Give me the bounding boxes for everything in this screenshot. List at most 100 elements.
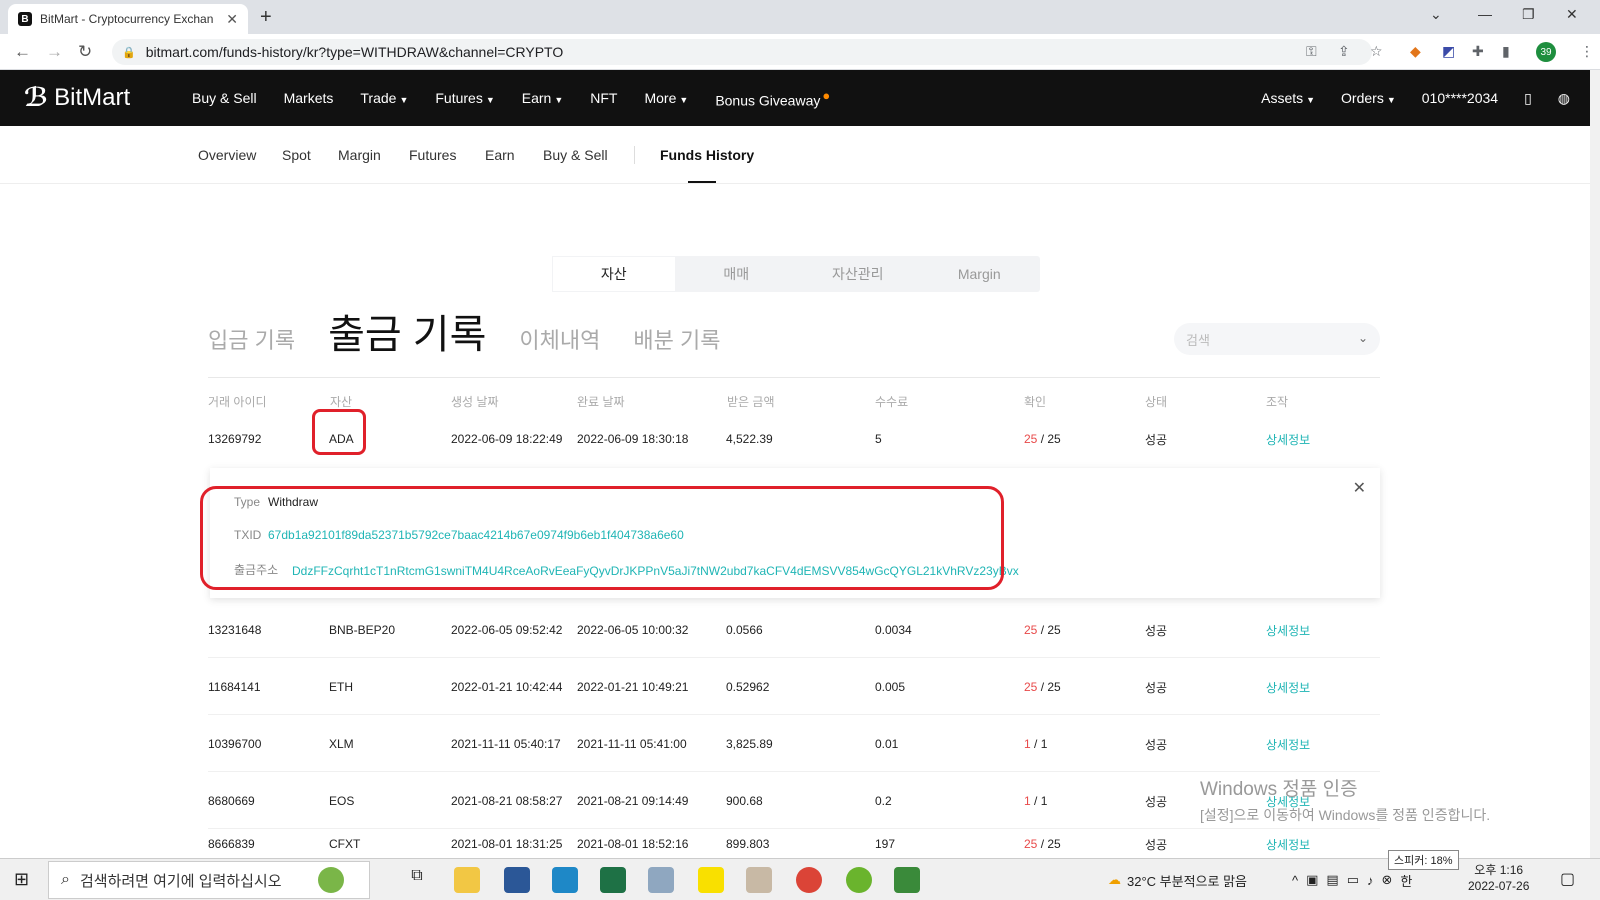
cell-created: 2022-06-09 18:22:49 [451,432,563,446]
subnav-buy-sell[interactable]: Buy & Sell [543,147,608,163]
weather-icon: ☁ [1108,872,1121,887]
weather-widget[interactable]: ☁ 32°C 부분적으로 맑음 [1108,859,1247,900]
header-tx-id: 거래 아이디 [208,395,267,409]
page-scrollbar[interactable] [1590,70,1600,858]
tab-transfer-history[interactable]: 이체내역 [519,323,600,355]
nav-nft[interactable]: NFT [590,90,617,106]
segment-margin[interactable]: Margin [919,256,1041,292]
app-icon[interactable] [648,867,674,893]
confirm-count: 25 [1024,680,1038,694]
nav-buy-sell[interactable]: Buy & Sell [192,90,257,106]
nav-trade[interactable]: Trade ▼ [360,90,408,106]
task-view-icon[interactable]: ⧉ [404,867,430,893]
star-icon[interactable]: ☆ [1370,43,1383,60]
tray-app-icon[interactable]: ▣ [1306,872,1318,888]
segment-trade[interactable]: 매매 [676,256,798,292]
volume-icon[interactable]: ♪ [1367,873,1374,888]
subnav-overview[interactable]: Overview [198,147,256,163]
tab-deposit-history[interactable]: 입금 기록 [208,323,295,355]
subnav-futures[interactable]: Futures [409,147,456,163]
notification-icon[interactable]: ▢ [1560,869,1575,889]
subnav-spot[interactable]: Spot [282,147,311,163]
bitmart-logo-icon: ℬ [24,82,49,112]
subnav-earn[interactable]: Earn [485,147,515,163]
tray-expand-icon[interactable]: ^ [1292,873,1298,888]
tab-withdraw-history[interactable]: 출금 기록 [328,302,486,360]
globe-icon[interactable]: ◍ [1558,90,1570,107]
nav-assets[interactable]: Assets ▼ [1261,90,1315,106]
menu-icon[interactable]: ⋮ [1580,43,1594,60]
app-icon[interactable] [846,867,872,893]
file-explorer-icon[interactable] [454,867,480,893]
tree-widget-icon[interactable] [318,867,344,893]
new-tab-icon[interactable]: + [260,6,272,29]
logo-text: BitMart [54,83,131,111]
cell-created: 2022-01-21 10:42:44 [451,680,563,694]
funds-subnav: Overview Spot Margin Futures Earn Buy & … [0,126,1590,184]
record-tabs: 입금 기록 출금 기록 이체내역 배분 기록 [208,302,720,360]
metamask-icon[interactable]: ◆ [1410,43,1421,60]
clock-time: 오후 1:16 [1474,863,1524,877]
bitmart-logo[interactable]: ℬ BitMart [24,82,130,113]
puzzle-icon[interactable]: ✚ [1472,43,1484,60]
subnav-margin[interactable]: Margin [338,147,381,163]
nav-account[interactable]: 010****2034 [1422,90,1498,106]
kakaotalk-icon[interactable] [698,867,724,893]
details-link[interactable]: 상세정보 [1266,602,1310,658]
nav-more[interactable]: More ▼ [644,90,688,106]
word-icon[interactable] [504,867,530,893]
forward-icon[interactable]: → [46,42,63,62]
windows-start-icon[interactable]: ⊞ [14,869,29,890]
restore-icon[interactable]: ❐ [1522,6,1535,23]
network-icon[interactable]: ▭ [1347,872,1359,888]
url-field[interactable]: 🔒 bitmart.com/funds-history/kr?type=WITH… [112,39,1372,65]
confirm-total: / 25 [1040,432,1061,446]
nav-bonus-giveaway[interactable]: Bonus Giveaway ● [715,88,830,109]
nav-markets[interactable]: Markets [284,90,334,106]
reload-icon[interactable]: ↻ [78,42,92,62]
sidepanel-icon[interactable]: ▮ [1502,43,1510,60]
taskbar-clock[interactable]: 오후 1:16 2022-07-26 [1468,862,1529,894]
excel-icon[interactable] [600,867,626,893]
details-link[interactable]: 상세정보 [1266,716,1310,772]
details-link[interactable]: 상세정보 [1266,830,1310,858]
close-window-icon[interactable]: ✕ [1566,6,1578,23]
key-icon[interactable]: ⚿ [1306,43,1317,60]
coin-search-select[interactable]: 검색 ⌄ [1174,323,1380,355]
tab-distribution-history[interactable]: 배분 기록 [633,323,720,355]
back-icon[interactable]: ← [14,42,31,62]
segment-asset-management[interactable]: 자산관리 [797,256,919,292]
nav-orders[interactable]: Orders ▼ [1341,90,1396,106]
share-icon[interactable]: ⇪ [1338,43,1350,60]
minimize-icon[interactable]: — [1478,6,1492,22]
download-app-icon[interactable]: ▯ [1524,90,1532,107]
header-status: 상태 [1145,395,1168,409]
profile-avatar[interactable]: 39 [1536,42,1556,62]
cell-confirm: 25 / 25 [1024,659,1061,715]
details-link[interactable]: 상세정보 [1266,411,1310,467]
tab-search-icon[interactable]: ⌄ [1430,6,1442,23]
caret-down-icon: ▼ [1386,95,1396,105]
nav-earn[interactable]: Earn ▼ [522,90,564,106]
browser-tab[interactable]: B BitMart - Cryptocurrency Exchan ✕ [8,4,248,34]
cell-asset: EOS [329,794,355,808]
nav-futures[interactable]: Futures ▼ [435,90,494,106]
ime-indicator[interactable]: 한 [1400,871,1412,890]
chrome-icon[interactable] [796,867,822,893]
tray-app-icon[interactable]: ▤ [1326,872,1338,888]
table-row: 10396700 XLM 2021-11-11 05:40:17 2021-11… [208,716,1380,772]
segment-asset[interactable]: 자산 [552,256,676,292]
close-tab-icon[interactable]: ✕ [226,11,238,28]
table-row: 13269792 ADA 2022-06-09 18:22:49 2022-06… [208,411,1380,467]
clock-date: 2022-07-26 [1468,879,1530,893]
extension-icon[interactable]: ◩ [1442,43,1455,60]
tray-app-icon[interactable]: ⊗ [1382,872,1393,888]
close-icon[interactable]: ✕ [1353,478,1366,498]
cell-created: 2022-06-05 09:52:42 [451,623,563,637]
paint-icon[interactable] [746,867,772,893]
subnav-funds-history[interactable]: Funds History [660,147,754,163]
app-icon[interactable] [552,867,578,893]
app-icon[interactable] [894,867,920,893]
caret-down-icon: ▼ [485,95,495,105]
details-link[interactable]: 상세정보 [1266,659,1310,715]
